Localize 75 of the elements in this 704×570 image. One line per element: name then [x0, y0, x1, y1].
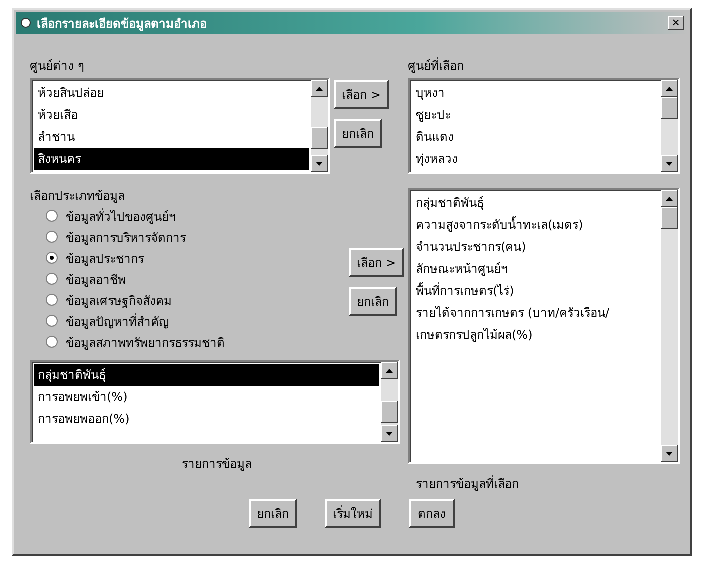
list-item[interactable]: บุหงา: [412, 82, 659, 104]
scroll-thumb[interactable]: [381, 401, 398, 423]
down-arrow-icon[interactable]: [666, 452, 673, 456]
scroll-down-button[interactable]: [661, 445, 678, 462]
list-item[interactable]: ทุ่งหลวง: [412, 148, 659, 170]
list-item[interactable]: การอพยพออก(%): [34, 408, 379, 430]
button[interactable]: เริ่มใหม่: [325, 499, 381, 528]
group-label: เลือกประเภทข้อมูล: [30, 188, 126, 202]
list-caption: รายการข้อมูลที่เลือก: [415, 474, 520, 493]
list-item[interactable]: ลักษณะหน้าศูนย์ฯ: [412, 258, 659, 280]
button[interactable]: ยกเลิก: [249, 499, 297, 528]
scroll-up-button[interactable]: [311, 80, 328, 97]
list-item[interactable]: จำนวนประชากร(คน): [412, 236, 659, 258]
radio-button[interactable]: [46, 210, 58, 222]
radio-button[interactable]: [46, 336, 58, 348]
list-box[interactable]: ห้วยสินปล่อย ห้วยเสือ ลำชาน สิงหนคร: [30, 78, 330, 174]
app-icon: [20, 17, 32, 29]
list-label: ศูนย์ต่าง ๆ: [30, 58, 85, 72]
list-item[interactable]: การอพยพเข้า(%): [34, 386, 379, 408]
list-item[interactable]: สิงหนคร: [34, 148, 309, 170]
list-item[interactable]: เกษตรกรปลูกไม้ผล(%): [412, 324, 659, 346]
button[interactable]: ตกลง: [409, 499, 455, 528]
scroll-thumb[interactable]: [661, 97, 678, 119]
radio-label[interactable]: ข้อมูลสภาพทรัพยากรธรรมชาติ: [66, 332, 225, 352]
radio-button[interactable]: [46, 315, 58, 327]
scroll-down-button[interactable]: [661, 155, 678, 172]
radio-button[interactable]: [46, 273, 58, 285]
close-button[interactable]: ×: [668, 16, 684, 30]
list-item[interactable]: ความสูงจากระดับน้ำทะเล(เมตร): [412, 214, 659, 236]
radio-label[interactable]: ข้อมูลทั่วไปของศูนย์ฯ: [66, 206, 176, 226]
list-item[interactable]: ลำชาน: [34, 126, 309, 148]
scrollbar[interactable]: [381, 362, 398, 442]
radio-label[interactable]: ข้อมูลอาชีพ: [66, 270, 126, 288]
list-item[interactable]: ห้วยสินปล่อย: [34, 82, 309, 104]
button[interactable]: เลือก >: [349, 248, 404, 277]
list-item[interactable]: ดินแดง: [412, 126, 659, 148]
up-arrow-icon[interactable]: [386, 368, 393, 372]
window-title: เลือกรายละเอียดข้อมูลตามอำเภอ: [37, 16, 207, 32]
scroll-thumb[interactable]: [661, 207, 678, 229]
scroll-up-button[interactable]: [661, 80, 678, 97]
list-item[interactable]: ห้วยเสือ: [34, 104, 309, 126]
list-item[interactable]: ซูยะปะ: [412, 104, 659, 126]
radio-label[interactable]: ข้อมูลเศรษฐกิจสังคม: [66, 290, 172, 310]
scroll-up-button[interactable]: [661, 190, 678, 207]
list-box[interactable]: กลุ่มชาติพันธุ์ ความสูงจากระดับน้ำทะเล(เมตร) จำนวนประชากร(คน) ลักษณะหน้าศูนย์ฯ พื้นที่การเกษตร(ไร่) รายได้จากการเกษตร (บาท/ครัวเรือน/ เกษตรกรปลูกไม้ผล(%): [408, 188, 680, 464]
radio-button[interactable]: [46, 252, 58, 264]
list-caption: รายการข้อมูล: [181, 456, 253, 473]
radio-label[interactable]: ข้อมูลประชากร: [66, 248, 144, 268]
scrollbar[interactable]: [661, 80, 678, 172]
button[interactable]: เลือก >: [334, 80, 389, 109]
button[interactable]: ยกเลิก: [334, 119, 382, 148]
up-arrow-icon[interactable]: [316, 86, 323, 90]
scrollbar[interactable]: [661, 190, 678, 462]
radio-label[interactable]: ข้อมูลการบริหารจัดการ: [66, 228, 186, 246]
up-arrow-icon[interactable]: [666, 86, 673, 90]
scrollbar[interactable]: [311, 80, 328, 172]
scroll-thumb[interactable]: [311, 127, 328, 149]
down-arrow-icon[interactable]: [386, 432, 393, 436]
scroll-down-button[interactable]: [311, 155, 328, 172]
list-label: ศูนย์ที่เลือก: [408, 56, 465, 72]
scroll-up-button[interactable]: [381, 362, 398, 379]
list-item[interactable]: รายได้จากการเกษตร (บาท/ครัวเรือน/: [412, 302, 659, 324]
list-item[interactable]: พื้นที่การเกษตร(ไร่): [412, 280, 659, 302]
scroll-down-button[interactable]: [381, 425, 398, 442]
list-item[interactable]: กลุ่มชาติพันธุ์: [412, 192, 659, 214]
down-arrow-icon[interactable]: [666, 162, 673, 166]
list-box[interactable]: บุหงา ซูยะปะ ดินแดง ทุ่งหลวง: [408, 78, 680, 174]
radio-button[interactable]: [46, 294, 58, 306]
radio-button[interactable]: [46, 231, 58, 243]
list-item[interactable]: กลุ่มชาติพันธุ์: [34, 364, 379, 386]
list-box[interactable]: กลุ่มชาติพันธุ์ การอพยพเข้า(%) การอพยพออก(%): [30, 360, 400, 444]
button[interactable]: ยกเลิก: [349, 287, 398, 316]
radio-label[interactable]: ข้อมูลปัญหาที่สำคัญ: [66, 312, 169, 330]
up-arrow-icon[interactable]: [666, 196, 673, 200]
down-arrow-icon[interactable]: [316, 162, 323, 166]
